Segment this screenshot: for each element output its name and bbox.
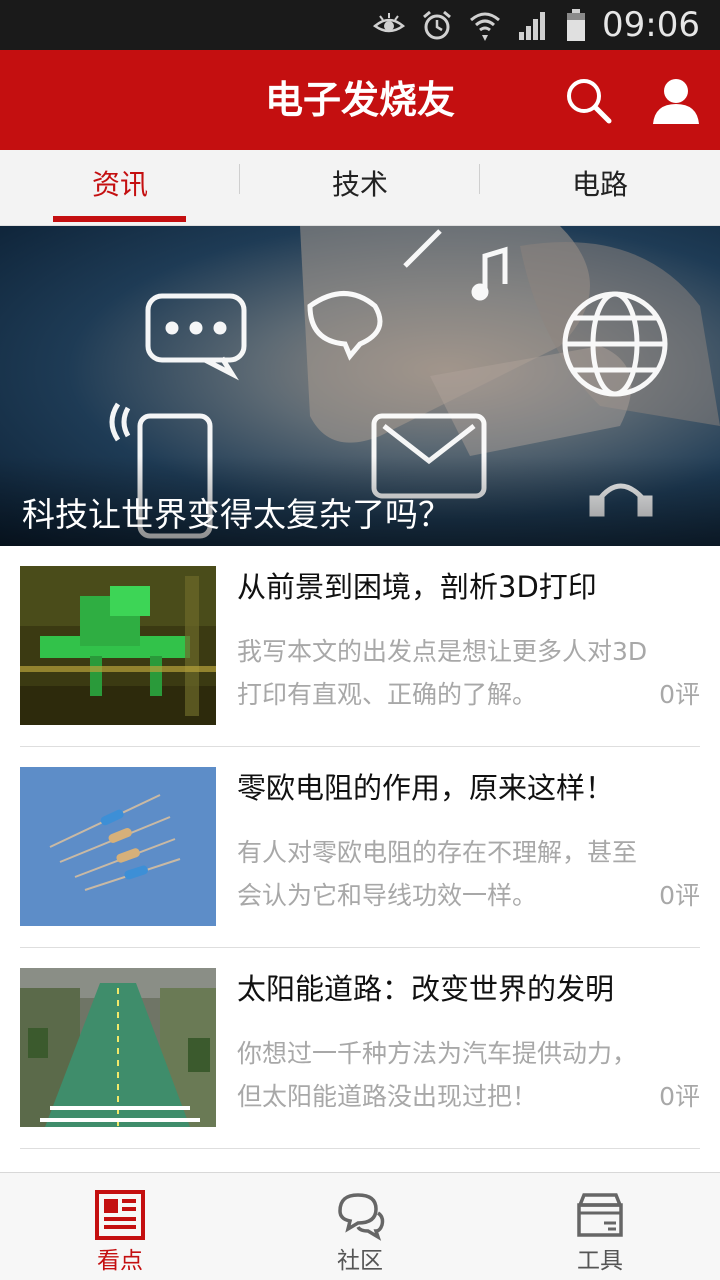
eye-icon — [372, 13, 406, 33]
tab-technology[interactable]: 技术 — [240, 150, 480, 226]
nav-label: 看点 — [97, 1248, 143, 1274]
active-tab-indicator — [53, 216, 186, 222]
signal-icon — [519, 12, 546, 40]
tab-circuit[interactable]: 电路 — [480, 150, 720, 226]
article-title: 从前景到困境，剖析3D打印 — [237, 570, 597, 604]
nav-item-tools[interactable]: 工具 — [480, 1173, 720, 1280]
article-summary: 有人对零欧电阻的存在不理解，甚至会认为它和导线功效一样。 — [237, 838, 638, 910]
nav-label: 社区 — [337, 1248, 383, 1274]
article-title: 太阳能道路：改变世界的发明 — [237, 972, 615, 1006]
article-list: 从前景到困境，剖析3D打印 我写本文的出发点是想让更多人对3D打印有直观、正确的… — [20, 546, 700, 1149]
comment-count: 0评 — [659, 881, 700, 910]
alarm-icon — [423, 10, 451, 40]
wifi-icon — [470, 12, 500, 41]
article-title: 零欧电阻的作用，原来这样！ — [237, 771, 615, 805]
comment-count: 0评 — [659, 1082, 700, 1111]
chat-bubbles-icon — [338, 1193, 385, 1241]
article-summary: 你想过一千种方法为汽车提供动力，但太阳能道路没出现过把！ — [237, 1039, 638, 1111]
article-summary: 我写本文的出发点是想让更多人对3D打印有直观、正确的了解。 — [237, 637, 648, 709]
article-thumbnail — [20, 968, 216, 1127]
nav-item-community[interactable]: 社区 — [240, 1173, 480, 1280]
user-profile-icon[interactable] — [648, 72, 704, 128]
news-icon — [95, 1190, 145, 1240]
article-thumbnail — [20, 566, 216, 725]
article-item[interactable]: 零欧电阻的作用，原来这样！ 有人对零欧电阻的存在不理解，甚至会认为它和导线功效一… — [20, 747, 700, 948]
search-icon[interactable] — [560, 72, 616, 128]
category-tabs: 资讯 技术 电路 — [0, 150, 720, 226]
nav-label: 工具 — [577, 1248, 623, 1274]
status-bar: 09:06 — [0, 0, 720, 50]
hero-caption: 科技让世界变得太复杂了吗？ — [22, 495, 451, 534]
tab-news[interactable]: 资讯 — [0, 150, 240, 226]
nav-item-highlights[interactable]: 看点 — [0, 1173, 240, 1280]
clock: 09:06 — [602, 5, 700, 45]
battery-icon — [567, 9, 586, 41]
article-item[interactable]: 太阳能道路：改变世界的发明 你想过一千种方法为汽车提供动力，但太阳能道路没出现过… — [20, 948, 700, 1149]
comment-count: 0评 — [659, 680, 700, 709]
article-thumbnail — [20, 767, 216, 926]
hero-banner[interactable]: 科技让世界变得太复杂了吗？ — [0, 226, 720, 546]
article-item[interactable]: 从前景到困境，剖析3D打印 我写本文的出发点是想让更多人对3D打印有直观、正确的… — [20, 546, 700, 747]
app-header: 电子发烧友 — [0, 50, 720, 150]
bottom-navigation: 看点 社区 工具 — [0, 1172, 720, 1280]
toolbox-icon — [577, 1193, 623, 1237]
